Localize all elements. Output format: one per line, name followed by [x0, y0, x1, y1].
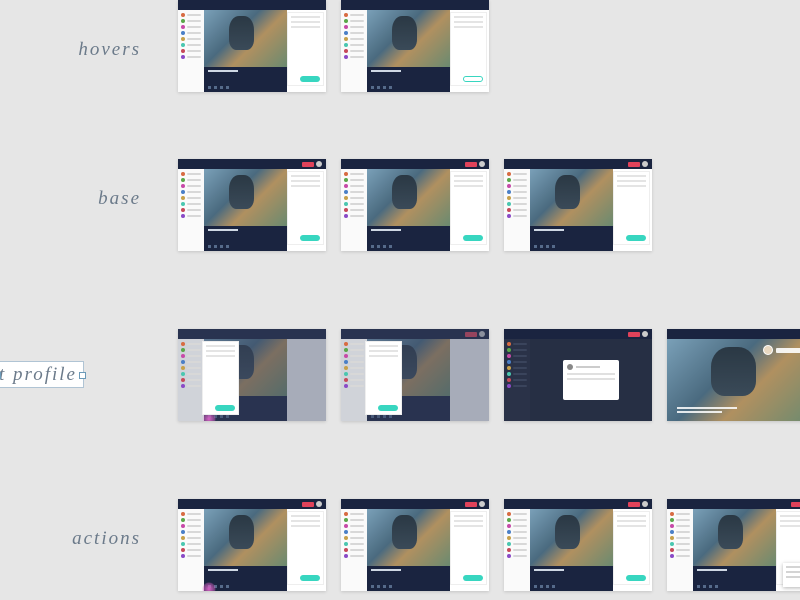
- sidebar: [341, 10, 367, 92]
- content-photo: [204, 10, 287, 67]
- side-card: [287, 12, 324, 86]
- profile-modal[interactable]: [563, 360, 619, 400]
- avatar-icon[interactable]: [316, 501, 322, 507]
- artboard-profile-3[interactable]: [504, 329, 652, 421]
- topbar: [178, 0, 326, 10]
- sidebar: [178, 509, 204, 591]
- sidebar: [667, 509, 693, 591]
- overlay-caption: [677, 407, 737, 413]
- avatar-icon[interactable]: [642, 161, 648, 167]
- cta-button[interactable]: [300, 235, 320, 241]
- overlay-avatar-icon: [763, 345, 773, 355]
- sidebar: [504, 339, 530, 421]
- artboard-actions-3[interactable]: [504, 499, 652, 591]
- row-actions: actions: [0, 490, 800, 600]
- artboard-base-2[interactable]: [341, 159, 489, 251]
- content-photo: [367, 10, 450, 67]
- row-base: base: [0, 150, 800, 260]
- modal-avatar-icon: [567, 364, 573, 370]
- sidebar: [341, 339, 367, 421]
- sidebar: [504, 509, 530, 591]
- avatar-icon[interactable]: [479, 501, 485, 507]
- artboard-profile-1[interactable]: [178, 329, 326, 421]
- row-label-base: base: [0, 188, 165, 210]
- sidebar: [341, 509, 367, 591]
- artboard-hovers-2[interactable]: [341, 0, 489, 92]
- cta-button[interactable]: [626, 235, 646, 241]
- cta-button[interactable]: [626, 575, 646, 581]
- cta-button[interactable]: [463, 575, 483, 581]
- avatar-icon[interactable]: [479, 161, 485, 167]
- artboards-base: [178, 159, 652, 251]
- avatar-icon[interactable]: [316, 161, 322, 167]
- danger-button[interactable]: [628, 502, 640, 507]
- topbar: [341, 0, 489, 10]
- avatar-icon[interactable]: [642, 501, 648, 507]
- artboard-actions-1[interactable]: [178, 499, 326, 591]
- row-label-hovers: hovers: [0, 39, 165, 61]
- artboards-actions: [178, 499, 800, 591]
- row-label-profile[interactable]: t profile: [0, 364, 108, 386]
- danger-button[interactable]: [465, 502, 477, 507]
- selected-label-box[interactable]: t profile: [0, 361, 84, 388]
- cta-button[interactable]: [378, 405, 398, 411]
- artboards-hovers: [178, 0, 489, 92]
- avatar-icon[interactable]: [642, 331, 648, 337]
- danger-button[interactable]: [628, 332, 640, 337]
- sidebar: [504, 169, 530, 251]
- danger-button[interactable]: [628, 162, 640, 167]
- artboard-profile-2[interactable]: [341, 329, 489, 421]
- danger-button[interactable]: [302, 502, 314, 507]
- artboard-base-1[interactable]: [178, 159, 326, 251]
- danger-button[interactable]: [791, 502, 800, 507]
- cta-button-outline[interactable]: [463, 76, 483, 82]
- cta-button[interactable]: [215, 405, 235, 411]
- sidebar: [178, 10, 204, 92]
- content-caption: [367, 67, 450, 92]
- side-card: [450, 12, 487, 86]
- sidebar: [178, 339, 204, 421]
- content-caption: [204, 67, 287, 92]
- row-hovers: hovers: [0, 0, 800, 100]
- cta-button[interactable]: [300, 575, 320, 581]
- action-dropdown[interactable]: [783, 563, 800, 587]
- artboard-hovers-1[interactable]: [178, 0, 326, 92]
- danger-button[interactable]: [465, 162, 477, 167]
- row-label-actions: actions: [0, 528, 165, 550]
- row-profile: t profile: [0, 320, 800, 430]
- artboard-base-3[interactable]: [504, 159, 652, 251]
- artboard-actions-4[interactable]: [667, 499, 800, 591]
- sidebar: [178, 169, 204, 251]
- cta-button[interactable]: [463, 235, 483, 241]
- sidebar: [341, 169, 367, 251]
- artboard-profile-4[interactable]: [667, 329, 800, 421]
- cta-button[interactable]: [300, 76, 320, 82]
- overlay-profile-card[interactable]: [763, 345, 800, 355]
- artboards-profile: [178, 329, 800, 421]
- artboard-actions-2[interactable]: [341, 499, 489, 591]
- danger-button[interactable]: [302, 162, 314, 167]
